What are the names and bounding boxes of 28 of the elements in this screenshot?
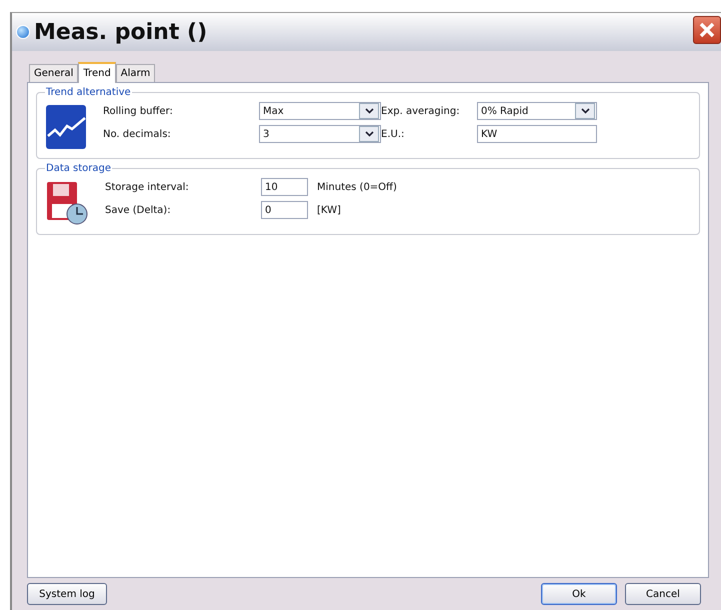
field-label: Exp. averaging: (381, 106, 461, 116)
floppy-clock-icon (45, 180, 89, 226)
system-log-button[interactable]: System log (27, 583, 107, 605)
dropdown[interactable]: 3 (259, 125, 381, 143)
field-label: Storage interval: (105, 182, 190, 192)
dialog-button[interactable]: Ok (541, 583, 617, 605)
unit-label: [KW] (317, 204, 342, 216)
close-button[interactable] (693, 16, 721, 44)
close-icon (699, 22, 715, 38)
field-label: No. decimals: (103, 128, 172, 140)
window-title: Meas. point () (34, 20, 208, 44)
field-label: Rolling buffer: (103, 106, 174, 116)
tab[interactable]: General (29, 64, 78, 82)
input-field[interactable]: 0 (261, 201, 308, 219)
field-label: E.U.: (381, 128, 406, 140)
dialog-button[interactable]: Cancel (625, 583, 701, 605)
tab[interactable]: Trend (78, 62, 116, 83)
group-title: Data storage (45, 163, 112, 174)
tab[interactable]: Alarm (116, 64, 156, 82)
app-icon (16, 25, 30, 39)
chart-icon (45, 104, 87, 150)
field-label: Save (Delta): (105, 204, 172, 216)
input-field[interactable]: 10 (261, 178, 308, 196)
input-field[interactable]: KW (477, 125, 597, 143)
unit-label: Minutes (0=Off) (317, 182, 398, 192)
dropdown[interactable]: Max (259, 102, 381, 120)
dropdown[interactable]: 0% Rapid (477, 102, 597, 120)
group-title: Trend alternative (45, 87, 132, 98)
